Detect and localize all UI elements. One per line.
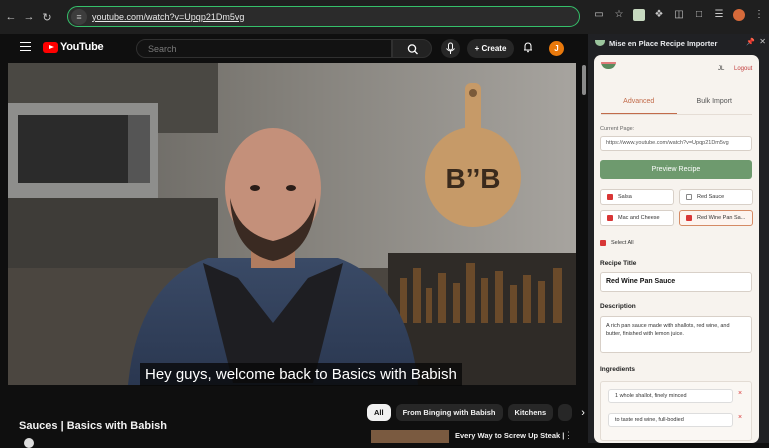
recipe-title-input[interactable]: Red Wine Pan Sauce bbox=[600, 272, 752, 292]
recipe-extension-icon[interactable] bbox=[633, 9, 645, 21]
checkbox-checked-icon bbox=[686, 215, 692, 221]
side-panel-title: Mise en Place Recipe Importer bbox=[609, 38, 718, 48]
description-textarea[interactable]: A rich pan sauce made with shallots, red… bbox=[600, 316, 752, 353]
recipe-title-label: Recipe Title bbox=[600, 260, 637, 267]
youtube-wordmark: YouTube bbox=[60, 41, 104, 53]
profile-avatar[interactable] bbox=[733, 9, 745, 21]
recipe-option-label: Red Sauce bbox=[697, 194, 725, 200]
checkbox-checked-icon bbox=[607, 194, 613, 200]
cutting-board-logo: B’’B bbox=[446, 163, 501, 194]
hamburger-menu-icon[interactable] bbox=[20, 42, 31, 51]
recipe-option-label: Salsa bbox=[618, 194, 632, 200]
search-input[interactable]: Search bbox=[136, 39, 392, 58]
side-panel-header: Mise en Place Recipe Importer 📌 ✕ bbox=[588, 34, 769, 52]
remove-ingredient-icon[interactable]: × bbox=[738, 414, 742, 421]
back-icon[interactable]: ← bbox=[4, 11, 18, 23]
menu-kebab-icon[interactable]: ⋮ bbox=[753, 9, 765, 21]
recommended-menu-icon[interactable]: ⋮ bbox=[564, 430, 573, 441]
description-text: A rich pan sauce made with shallots, red… bbox=[606, 323, 730, 337]
url-text[interactable]: youtube.com/watch?v=Upqp21Dm5vg bbox=[92, 12, 244, 22]
chip-kitchens[interactable]: Kitchens bbox=[507, 404, 554, 421]
recommended-thumbnail[interactable] bbox=[371, 430, 449, 443]
recipe-checkbox-red-sauce[interactable]: Red Sauce bbox=[679, 189, 753, 205]
select-all-checkbox[interactable]: Select All bbox=[594, 235, 674, 251]
recommendation-chips: All From Binging with Babish Kitchens › bbox=[367, 404, 585, 421]
extensions-icon[interactable]: ❖ bbox=[653, 9, 665, 21]
site-settings-icon[interactable]: ≡ bbox=[71, 8, 87, 25]
recommended-title[interactable]: Every Way to Screw Up Steak | bbox=[455, 431, 564, 440]
channel-row bbox=[24, 438, 324, 448]
preview-recipe-button[interactable]: Preview Recipe bbox=[600, 160, 752, 179]
recipe-option-label: Mac and Cheese bbox=[618, 215, 660, 221]
mise-en-place-logo bbox=[601, 62, 616, 69]
video-frame: B’’B bbox=[8, 63, 576, 385]
search-placeholder: Search bbox=[148, 44, 177, 54]
cast-icon[interactable]: □ bbox=[693, 9, 705, 21]
recipe-checkbox-mac-and-cheese[interactable]: Mac and Cheese bbox=[600, 210, 674, 226]
channel-avatar[interactable] bbox=[24, 438, 34, 448]
video-title: Sauces | Basics with Babish bbox=[19, 420, 167, 432]
remove-ingredient-icon[interactable]: × bbox=[738, 390, 742, 397]
tab-bulk-import[interactable]: Bulk Import bbox=[677, 92, 753, 114]
description-label: Description bbox=[600, 303, 636, 310]
extension-bowl-icon bbox=[595, 40, 605, 46]
side-panel-icon[interactable]: ◫ bbox=[673, 9, 685, 21]
microphone-icon bbox=[446, 42, 455, 54]
youtube-play-icon bbox=[43, 41, 58, 53]
install-icon[interactable]: ▭ bbox=[593, 9, 605, 21]
current-page-field[interactable]: https://www.youtube.com/watch?v=Upqp21Dm… bbox=[600, 136, 752, 151]
chip-more[interactable] bbox=[558, 404, 573, 421]
tab-advanced[interactable]: Advanced bbox=[601, 92, 677, 114]
ingredient-input[interactable]: 1 whole shallot, finely minced bbox=[608, 389, 733, 403]
select-all-label: Select All bbox=[611, 240, 634, 246]
checkbox-checked-icon bbox=[607, 215, 613, 221]
recipe-checkbox-salsa[interactable]: Salsa bbox=[600, 189, 674, 205]
chevron-right-icon[interactable]: › bbox=[581, 407, 585, 419]
tab-search-icon[interactable]: ☰ bbox=[713, 9, 725, 21]
checkbox-unchecked-icon bbox=[686, 194, 692, 200]
page-scrollbar[interactable] bbox=[580, 62, 588, 443]
close-icon[interactable]: ✕ bbox=[759, 37, 766, 46]
browser-toolbar: ← → ↻ ≡ youtube.com/watch?v=Upqp21Dm5vg … bbox=[0, 0, 769, 34]
ingredient-input[interactable]: to taste red wine, full-bodied bbox=[608, 413, 733, 427]
scrollbar-thumb[interactable] bbox=[582, 65, 586, 95]
ingredients-label: Ingredients bbox=[600, 366, 636, 373]
youtube-account-avatar[interactable]: J bbox=[549, 41, 564, 56]
toolbar-icons: ▭ ☆ ❖ ◫ □ ☰ ⋮ bbox=[593, 9, 765, 21]
import-tabs: Advanced Bulk Import bbox=[601, 92, 752, 115]
chip-from-binging[interactable]: From Binging with Babish bbox=[395, 404, 503, 421]
create-button[interactable]: + Create bbox=[467, 39, 514, 58]
chip-all[interactable]: All bbox=[367, 404, 391, 421]
search-icon bbox=[407, 44, 418, 55]
youtube-header: YouTube Search + Create J bbox=[0, 34, 588, 62]
notifications-bell-icon[interactable] bbox=[522, 41, 534, 53]
user-initials: JL bbox=[718, 66, 725, 72]
recipe-option-label: Red Wine Pan Sa... bbox=[697, 215, 746, 221]
voice-search-button[interactable] bbox=[441, 39, 460, 58]
video-caption: Hey guys, welcome back to Basics with Ba… bbox=[140, 363, 462, 386]
video-player[interactable]: B’’B bbox=[8, 63, 576, 385]
logout-link[interactable]: Logout bbox=[734, 66, 752, 72]
youtube-logo[interactable]: YouTube bbox=[43, 41, 104, 53]
address-bar[interactable]: ≡ youtube.com/watch?v=Upqp21Dm5vg bbox=[67, 6, 580, 27]
pin-icon[interactable]: 📌 bbox=[746, 38, 755, 46]
reload-icon[interactable]: ↻ bbox=[40, 11, 54, 24]
bookmark-star-icon[interactable]: ☆ bbox=[613, 9, 625, 21]
browser-window: ← → ↻ ≡ youtube.com/watch?v=Upqp21Dm5vg … bbox=[0, 0, 769, 448]
recipe-checkbox-red-wine-pan-sauce[interactable]: Red Wine Pan Sa... bbox=[679, 210, 753, 226]
importer-card: JL Logout Advanced Bulk Import Current P… bbox=[594, 55, 759, 443]
checkbox-checked-icon bbox=[600, 240, 606, 246]
current-page-label: Current Page: bbox=[600, 126, 635, 132]
forward-icon[interactable]: → bbox=[22, 11, 36, 23]
search-button[interactable] bbox=[392, 39, 432, 58]
importer-topbar: JL Logout bbox=[594, 55, 759, 79]
